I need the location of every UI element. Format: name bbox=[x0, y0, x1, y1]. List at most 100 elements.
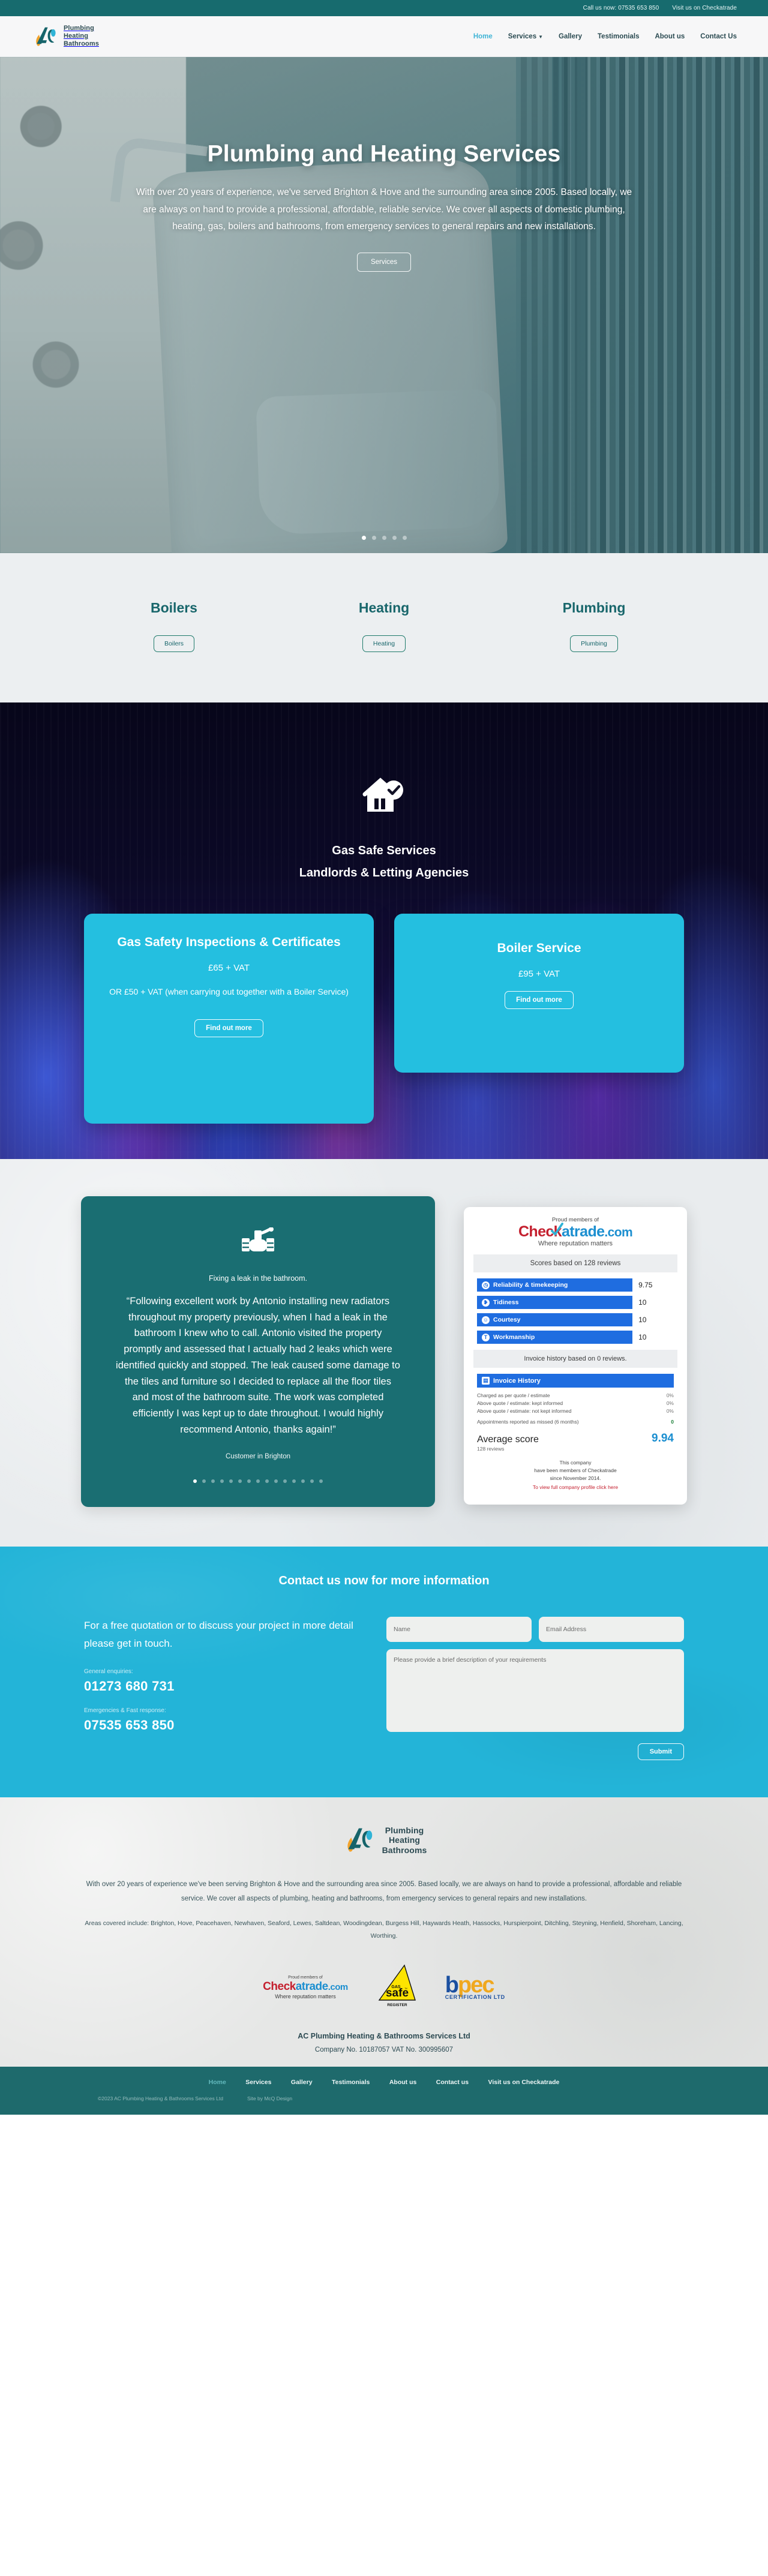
testimonial-dot[interactable] bbox=[274, 1479, 278, 1484]
gas-card-title: Boiler Service bbox=[497, 941, 581, 955]
gas-card-button-boiler[interactable]: Find out more bbox=[505, 991, 574, 1010]
company-registration: Company No. 10187057 VAT No. 300995607 bbox=[314, 2046, 454, 2053]
nav-item-home[interactable]: Home bbox=[473, 33, 493, 40]
brand-logo-link[interactable]: Plumbing Heating Bathrooms bbox=[31, 23, 99, 50]
hero-dot[interactable] bbox=[382, 536, 386, 540]
testimonial-dot[interactable] bbox=[229, 1479, 233, 1484]
testimonial-dot[interactable] bbox=[301, 1479, 305, 1484]
testimonial-dot[interactable] bbox=[319, 1479, 323, 1484]
badge-checkatrade-tagline: Where reputation matters bbox=[275, 1993, 336, 2000]
ac-logo-icon bbox=[36, 27, 56, 46]
invoice-row-value: 0% bbox=[666, 1408, 674, 1414]
footer-nav-testimonials[interactable]: Testimonials bbox=[332, 2079, 370, 2086]
badge-checkatrade[interactable]: Proud members of Checkatrade.com Where r… bbox=[263, 1975, 348, 1999]
nav-item-contact[interactable]: Contact Us bbox=[700, 33, 737, 40]
footer-brand-line-1: Plumbing bbox=[385, 1825, 424, 1835]
hero-services-button[interactable]: Services bbox=[356, 253, 412, 272]
hero-dot[interactable] bbox=[402, 536, 407, 540]
footer-bottom: ©2023 AC Plumbing Heating & Bathrooms Se… bbox=[0, 2095, 768, 2115]
nav-item-services[interactable]: Services ▼ bbox=[508, 33, 543, 40]
membership-line-2: have been members of Checkatrade bbox=[534, 1467, 617, 1473]
page-root: Call us now: 07535 653 850 Visit us on C… bbox=[0, 0, 768, 2115]
gas-card-button-inspections[interactable]: Find out more bbox=[194, 1019, 263, 1037]
nav-item-about[interactable]: About us bbox=[655, 33, 685, 40]
general-enquiries-number[interactable]: 01273 680 731 bbox=[84, 1679, 366, 1694]
broom-icon: ❥ bbox=[482, 1298, 490, 1307]
footer-brand-wordmark: Plumbing Heating Bathrooms bbox=[382, 1826, 427, 1856]
footer-nav-home[interactable]: Home bbox=[209, 2079, 226, 2086]
gas-card-price: £95 + VAT bbox=[518, 969, 560, 980]
gas-card-note: OR £50 + VAT (when carrying out together… bbox=[109, 987, 349, 997]
score-label: Courtesy bbox=[493, 1316, 521, 1323]
brand-line-3: Bathrooms bbox=[64, 40, 99, 47]
checkatrade-proud-label: Proud members of bbox=[551, 1217, 599, 1223]
testimonial-carousel-dots[interactable] bbox=[116, 1479, 400, 1484]
service-button-plumbing[interactable]: Plumbing bbox=[570, 635, 618, 652]
service-column-heating: Heating Heating bbox=[294, 600, 474, 652]
submit-row: Submit bbox=[386, 1743, 684, 1761]
badge-gas-safe[interactable]: GAS safe ™ REGISTER bbox=[376, 1963, 418, 2013]
testimonial-dot[interactable] bbox=[202, 1479, 206, 1484]
average-score-row: Average score 9.94 bbox=[477, 1432, 674, 1445]
membership-line-3: since November 2014. bbox=[550, 1475, 601, 1481]
clock-icon: ◷ bbox=[482, 1281, 490, 1289]
contact-lead-text: For a free quotation or to discuss your … bbox=[84, 1620, 353, 1650]
review-count: 128 reviews bbox=[477, 1446, 505, 1452]
testimonial-dot[interactable] bbox=[256, 1479, 260, 1484]
hero-subtitle: With over 20 years of experience, we've … bbox=[136, 187, 632, 232]
testimonial-dot[interactable] bbox=[211, 1479, 215, 1484]
hero-dot[interactable] bbox=[361, 536, 366, 540]
contact-form: Submit bbox=[386, 1617, 684, 1761]
footer-brand-line-3: Bathrooms bbox=[382, 1845, 427, 1855]
checkatrade-score-row: ☺ Courtesy 10 bbox=[477, 1313, 674, 1326]
footer-nav-checkatrade[interactable]: Visit us on Checkatrade bbox=[488, 2079, 560, 2086]
checkatrade-logo-atrade: atrade bbox=[561, 1223, 605, 1240]
emergency-number[interactable]: 07535 653 850 bbox=[84, 1718, 366, 1733]
badge-bpec-name: bpec bbox=[445, 1972, 495, 1998]
average-score-label: Average score bbox=[477, 1434, 539, 1445]
testimonial-dot[interactable] bbox=[265, 1479, 269, 1484]
testimonials-section: Fixing a leak in the bathroom. “Followin… bbox=[0, 1159, 768, 1547]
membership-line-1: This company bbox=[559, 1460, 592, 1466]
hero-dot[interactable] bbox=[392, 536, 397, 540]
invoice-row-label: Above quote / estimate: kept informed bbox=[477, 1400, 563, 1406]
document-icon: ▤ bbox=[482, 1377, 490, 1385]
testimonial-card: Fixing a leak in the bathroom. “Followin… bbox=[81, 1196, 435, 1508]
service-column-boilers: Boilers Boilers bbox=[84, 600, 264, 652]
testimonial-dot[interactable] bbox=[292, 1479, 296, 1484]
name-input[interactable] bbox=[386, 1617, 532, 1643]
message-textarea[interactable] bbox=[386, 1649, 684, 1733]
email-input[interactable] bbox=[539, 1617, 684, 1643]
testimonial-dot[interactable] bbox=[283, 1479, 287, 1484]
footer-nav-about[interactable]: About us bbox=[389, 2079, 417, 2086]
checkatrade-profile-link[interactable]: To view full company profile click here bbox=[477, 1484, 674, 1491]
services-section: Boilers Boilers Heating Heating Plumbing… bbox=[0, 553, 768, 702]
testimonial-dot[interactable] bbox=[238, 1479, 242, 1484]
hero-carousel-dots[interactable] bbox=[0, 536, 768, 540]
invoice-row-value: 0% bbox=[666, 1400, 674, 1406]
invoice-row: Above quote / estimate: not kept informe… bbox=[477, 1408, 674, 1414]
average-score-value: 9.94 bbox=[652, 1432, 674, 1445]
testimonial-dot[interactable] bbox=[193, 1479, 197, 1484]
site-header: Plumbing Heating Bathrooms Home Services… bbox=[0, 16, 768, 57]
nav-item-gallery[interactable]: Gallery bbox=[559, 33, 582, 40]
checkatrade-logo-com: .com bbox=[604, 1226, 633, 1239]
testimonial-dot[interactable] bbox=[220, 1479, 224, 1484]
footer-nav-gallery[interactable]: Gallery bbox=[291, 2079, 313, 2086]
footer-site-credit[interactable]: Site by McQ Design bbox=[247, 2095, 292, 2101]
gas-heading-secondary: Landlords & Letting Agencies bbox=[299, 866, 469, 879]
testimonial-dot[interactable] bbox=[310, 1479, 314, 1484]
brand-line-1: Plumbing bbox=[64, 25, 94, 32]
footer-nav-contact[interactable]: Contact us bbox=[436, 2079, 469, 2086]
topbar-checkatrade-link[interactable]: Visit us on Checkatrade bbox=[672, 5, 737, 11]
submit-button[interactable]: Submit bbox=[637, 1743, 684, 1761]
footer-nav-services[interactable]: Services bbox=[245, 2079, 271, 2086]
testimonial-dot[interactable] bbox=[247, 1479, 251, 1484]
badge-bpec[interactable]: bpec CERTIFICATION LTD bbox=[445, 1972, 505, 2000]
service-button-boilers[interactable]: Boilers bbox=[153, 635, 195, 652]
general-enquiries-label: General enquiries: bbox=[84, 1668, 133, 1675]
hero-dot[interactable] bbox=[371, 536, 376, 540]
topbar-phone-link[interactable]: Call us now: 07535 653 850 bbox=[583, 5, 659, 11]
nav-item-testimonials[interactable]: Testimonials bbox=[598, 33, 639, 40]
service-button-heating[interactable]: Heating bbox=[362, 635, 406, 652]
